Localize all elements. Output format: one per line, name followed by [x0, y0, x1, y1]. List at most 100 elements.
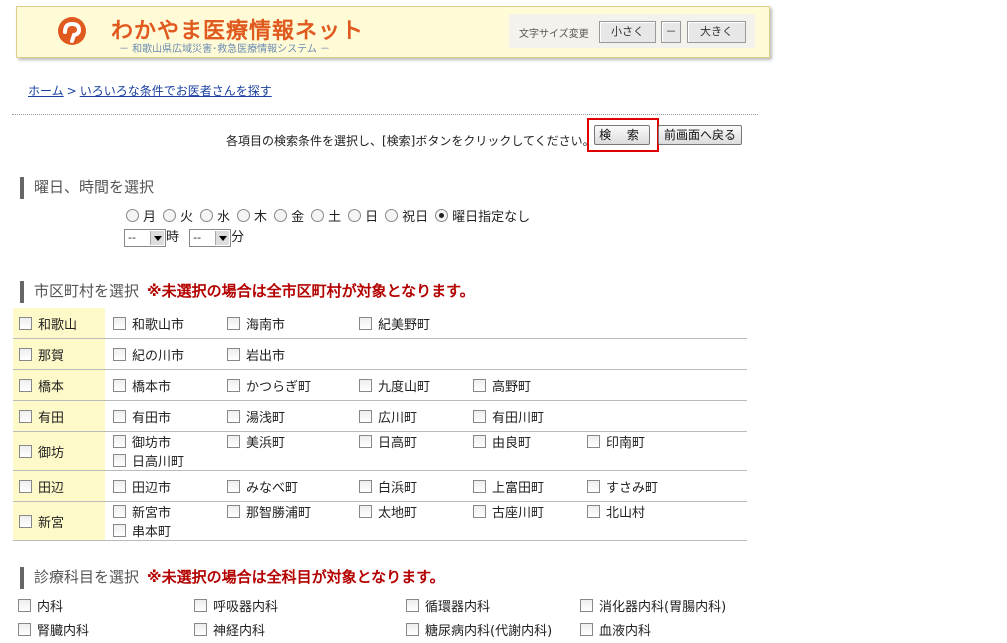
dept-option[interactable]: 神経内科 — [194, 620, 265, 639]
town-checkbox[interactable] — [113, 479, 126, 493]
town-option[interactable]: 日高川町 — [113, 451, 203, 470]
day-option[interactable]: 木 — [237, 209, 267, 225]
region-checkbox[interactable] — [19, 514, 32, 528]
town-option[interactable]: 古座川町 — [473, 502, 581, 521]
town-option[interactable]: 九度山町 — [359, 376, 467, 395]
town-checkbox[interactable] — [473, 505, 486, 518]
dept-option[interactable]: 糖尿病内科(代謝内科) — [406, 620, 552, 639]
breadcrumb-current-link[interactable]: いろいろな条件でお医者さんを探す — [80, 84, 272, 98]
town-option[interactable]: 紀の川市 — [113, 345, 221, 364]
town-option[interactable]: 北山村 — [587, 502, 677, 521]
radio-button[interactable] — [348, 209, 362, 222]
radio-button[interactable] — [126, 209, 139, 222]
town-checkbox[interactable] — [473, 479, 486, 493]
town-checkbox[interactable] — [113, 435, 126, 448]
town-checkbox[interactable] — [113, 454, 126, 467]
radio-button[interactable] — [311, 209, 325, 222]
town-checkbox[interactable] — [113, 409, 126, 423]
town-option[interactable]: 有田市 — [113, 407, 221, 426]
region-checkbox[interactable] — [19, 444, 32, 458]
dept-checkbox[interactable] — [18, 623, 31, 636]
town-checkbox[interactable] — [473, 435, 486, 448]
town-option[interactable]: 日高町 — [359, 432, 467, 451]
search-button[interactable]: 検 索 — [594, 125, 650, 145]
font-larger-button[interactable]: 大きく — [687, 21, 746, 43]
town-option[interactable]: 高野町 — [473, 376, 581, 395]
town-option[interactable]: かつらぎ町 — [227, 376, 353, 395]
town-checkbox[interactable] — [359, 479, 372, 493]
town-option[interactable]: 太地町 — [359, 502, 467, 521]
town-option[interactable]: 湯浅町 — [227, 407, 353, 426]
town-option[interactable]: 広川町 — [359, 407, 467, 426]
town-checkbox[interactable] — [113, 505, 126, 518]
font-default-button[interactable]: － — [661, 21, 681, 43]
town-checkbox[interactable] — [359, 435, 372, 448]
town-option[interactable]: 海南市 — [227, 314, 353, 333]
breadcrumb-home-link[interactable]: ホーム — [28, 84, 64, 98]
town-option[interactable]: 白浜町 — [359, 477, 467, 496]
dept-option[interactable]: 腎臓内科 — [18, 620, 89, 639]
radio-button[interactable] — [274, 209, 288, 222]
radio-button[interactable] — [385, 209, 399, 222]
town-checkbox[interactable] — [227, 316, 240, 330]
day-option[interactable]: 月 — [126, 209, 156, 225]
dept-option[interactable]: 消化器内科(胃腸内科) — [580, 596, 726, 615]
dept-option[interactable]: 呼吸器内科 — [194, 596, 278, 615]
hour-select[interactable]: -- — [124, 228, 166, 247]
dept-checkbox[interactable] — [580, 623, 593, 636]
town-checkbox[interactable] — [587, 435, 600, 448]
town-option[interactable]: 由良町 — [473, 432, 581, 451]
town-checkbox[interactable] — [227, 378, 240, 392]
dept-checkbox[interactable] — [18, 599, 31, 612]
town-option[interactable]: 串本町 — [113, 521, 203, 540]
town-checkbox[interactable] — [359, 316, 372, 330]
dept-checkbox[interactable] — [194, 623, 207, 636]
town-checkbox[interactable] — [359, 378, 372, 392]
radio-button[interactable] — [200, 209, 214, 222]
day-option[interactable]: 曜日指定なし — [435, 209, 530, 225]
town-option[interactable]: 有田川町 — [473, 407, 581, 426]
dept-option[interactable]: 内科 — [18, 596, 63, 615]
day-option[interactable]: 祝日 — [385, 209, 428, 225]
town-checkbox[interactable] — [227, 505, 240, 518]
town-checkbox[interactable] — [227, 347, 240, 361]
town-checkbox[interactable] — [359, 409, 372, 423]
radio-button[interactable] — [163, 209, 177, 222]
day-option[interactable]: 水 — [200, 209, 230, 225]
region-checkbox[interactable] — [19, 347, 32, 361]
dept-checkbox[interactable] — [406, 623, 419, 636]
town-option[interactable]: 那智勝浦町 — [227, 502, 353, 521]
town-option[interactable]: 印南町 — [587, 432, 677, 451]
town-option[interactable]: 美浜町 — [227, 432, 353, 451]
town-option[interactable]: 御坊市 — [113, 432, 221, 451]
town-checkbox[interactable] — [473, 409, 486, 423]
dept-checkbox[interactable] — [580, 599, 593, 612]
town-checkbox[interactable] — [227, 435, 240, 448]
day-option[interactable]: 金 — [274, 209, 304, 225]
region-checkbox[interactable] — [19, 378, 32, 392]
town-option[interactable]: 和歌山市 — [113, 314, 221, 333]
dept-checkbox[interactable] — [406, 599, 419, 612]
town-checkbox[interactable] — [227, 479, 240, 493]
town-option[interactable]: 田辺市 — [113, 477, 221, 496]
town-option[interactable]: 橋本市 — [113, 376, 221, 395]
region-checkbox[interactable] — [19, 409, 32, 423]
town-checkbox[interactable] — [113, 524, 126, 537]
town-option[interactable]: 新宮市 — [113, 502, 221, 521]
town-option[interactable]: みなべ町 — [227, 477, 353, 496]
dept-checkbox[interactable] — [194, 599, 207, 612]
town-checkbox[interactable] — [587, 479, 600, 493]
dept-option[interactable]: 血液内科 — [580, 620, 651, 639]
town-option[interactable]: 紀美野町 — [359, 314, 467, 333]
town-checkbox[interactable] — [227, 409, 240, 423]
day-option[interactable]: 日 — [348, 209, 378, 225]
town-checkbox[interactable] — [113, 316, 126, 330]
radio-button[interactable] — [237, 209, 251, 222]
minute-select[interactable]: -- — [189, 228, 232, 247]
day-option[interactable]: 土 — [311, 209, 341, 225]
radio-button[interactable] — [435, 209, 449, 222]
town-checkbox[interactable] — [113, 347, 126, 361]
font-smaller-button[interactable]: 小さく — [599, 21, 656, 43]
day-option[interactable]: 火 — [163, 209, 193, 225]
town-checkbox[interactable] — [587, 505, 600, 518]
